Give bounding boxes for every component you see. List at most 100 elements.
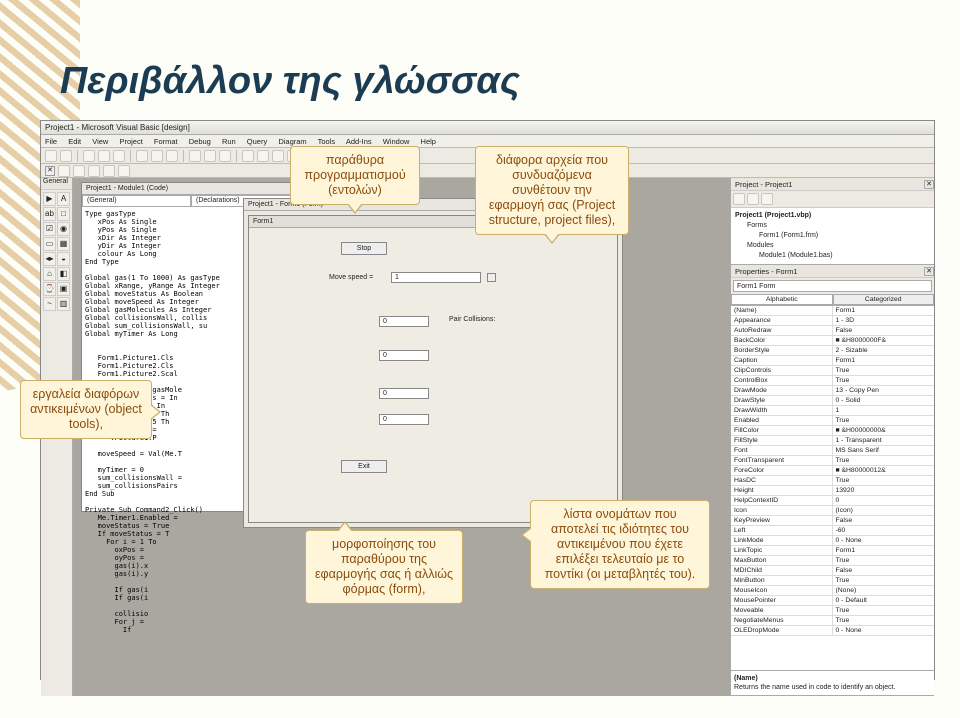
toolbox-dir-icon[interactable]: ◧ bbox=[57, 267, 70, 281]
toolbar-button[interactable] bbox=[88, 165, 100, 177]
property-value[interactable]: ■ &H00000000& bbox=[833, 426, 935, 435]
toolbar-button[interactable] bbox=[103, 165, 115, 177]
toolbar-button[interactable] bbox=[60, 150, 72, 162]
property-row[interactable]: LinkMode0 - None bbox=[731, 536, 934, 546]
property-row[interactable]: FontTransparentTrue bbox=[731, 456, 934, 466]
toolbar-button[interactable] bbox=[166, 150, 178, 162]
view-code-icon[interactable] bbox=[733, 193, 745, 205]
property-row[interactable]: MaxButtonTrue bbox=[731, 556, 934, 566]
property-value[interactable]: (Icon) bbox=[833, 506, 935, 515]
property-value[interactable]: False bbox=[833, 516, 935, 525]
toolbox-combo-icon[interactable]: ▭ bbox=[43, 237, 56, 251]
property-row[interactable]: ControlBoxTrue bbox=[731, 376, 934, 386]
toolbar-button[interactable] bbox=[73, 165, 85, 177]
forms-folder[interactable]: Forms bbox=[735, 221, 930, 231]
property-value[interactable]: Form1 bbox=[833, 546, 935, 555]
property-row[interactable]: EnabledTrue bbox=[731, 416, 934, 426]
toolbar-run-icon[interactable] bbox=[189, 150, 201, 162]
toolbox-timer-icon[interactable]: ⌚ bbox=[43, 282, 56, 296]
toolbox-option-icon[interactable]: ◉ bbox=[57, 222, 70, 236]
toolbar-button[interactable] bbox=[272, 150, 284, 162]
spinner-icon[interactable] bbox=[487, 273, 496, 282]
property-value[interactable]: ■ &H80000012& bbox=[833, 466, 935, 475]
menu-diagram[interactable]: Diagram bbox=[278, 137, 306, 146]
property-row[interactable]: ClipControlsTrue bbox=[731, 366, 934, 376]
property-row[interactable]: LinkTopicForm1 bbox=[731, 546, 934, 556]
close-icon[interactable]: ✕ bbox=[924, 267, 934, 276]
toolbox-image-icon[interactable]: ▣ bbox=[57, 282, 70, 296]
property-row[interactable]: FontMS Sans Serif bbox=[731, 446, 934, 456]
property-value[interactable]: 1 - 3D bbox=[833, 316, 935, 325]
property-row[interactable]: HasDCTrue bbox=[731, 476, 934, 486]
property-row[interactable]: MousePointer0 - Default bbox=[731, 596, 934, 606]
menu-file[interactable]: File bbox=[45, 137, 57, 146]
property-value[interactable]: True bbox=[833, 456, 935, 465]
toolbar-button[interactable] bbox=[58, 165, 70, 177]
toolbox-pointer-icon[interactable]: ▶ bbox=[43, 192, 56, 206]
menu-run[interactable]: Run bbox=[222, 137, 236, 146]
property-row[interactable]: FillColor■ &H00000000& bbox=[731, 426, 934, 436]
exit-button[interactable]: Exit bbox=[341, 460, 387, 473]
modules-folder[interactable]: Modules bbox=[735, 241, 930, 251]
property-row[interactable]: BorderStyle2 - Sizable bbox=[731, 346, 934, 356]
toolbar-button[interactable] bbox=[257, 150, 269, 162]
menu-edit[interactable]: Edit bbox=[68, 137, 81, 146]
property-row[interactable]: HelpContextID0 bbox=[731, 496, 934, 506]
form-file[interactable]: Form1 (Form1.frm) bbox=[735, 231, 930, 241]
toolbox-checkbox-icon[interactable]: ☑ bbox=[43, 222, 56, 236]
property-row[interactable]: DrawWidth1 bbox=[731, 406, 934, 416]
property-row[interactable]: MoveableTrue bbox=[731, 606, 934, 616]
menu-addins[interactable]: Add-Ins bbox=[346, 137, 372, 146]
categorized-tab[interactable]: Categorized bbox=[833, 294, 935, 305]
toggle-folders-icon[interactable] bbox=[761, 193, 773, 205]
toolbox-hscroll-icon[interactable]: ◂▸ bbox=[43, 252, 56, 266]
property-value[interactable]: 0 bbox=[833, 496, 935, 505]
property-value[interactable]: MS Sans Serif bbox=[833, 446, 935, 455]
toolbar-button[interactable] bbox=[98, 150, 110, 162]
property-value[interactable]: -60 bbox=[833, 526, 935, 535]
property-value[interactable]: True bbox=[833, 416, 935, 425]
property-row[interactable]: MDIChildFalse bbox=[731, 566, 934, 576]
property-value[interactable]: Form1 bbox=[833, 356, 935, 365]
property-row[interactable]: AutoRedrawFalse bbox=[731, 326, 934, 336]
property-row[interactable]: NegotiateMenusTrue bbox=[731, 616, 934, 626]
property-value[interactable]: 2 - Sizable bbox=[833, 346, 935, 355]
property-value[interactable]: True bbox=[833, 476, 935, 485]
property-row[interactable]: Height13920 bbox=[731, 486, 934, 496]
property-value[interactable]: True bbox=[833, 616, 935, 625]
toolbox-label-icon[interactable]: A bbox=[57, 192, 70, 206]
close-icon[interactable]: ✕ bbox=[45, 166, 55, 176]
property-row[interactable]: ForeColor■ &H80000012& bbox=[731, 466, 934, 476]
value-box[interactable]: 0 bbox=[379, 414, 429, 425]
property-value[interactable]: 0 - None bbox=[833, 536, 935, 545]
property-value[interactable]: (None) bbox=[833, 586, 935, 595]
menu-format[interactable]: Format bbox=[154, 137, 178, 146]
property-value[interactable]: True bbox=[833, 576, 935, 585]
property-value[interactable]: False bbox=[833, 326, 935, 335]
value-box[interactable]: 0 bbox=[379, 388, 429, 399]
property-row[interactable]: DrawStyle0 - Solid bbox=[731, 396, 934, 406]
property-value[interactable]: 13920 bbox=[833, 486, 935, 495]
menu-tools[interactable]: Tools bbox=[318, 137, 336, 146]
view-object-icon[interactable] bbox=[747, 193, 759, 205]
form-surface[interactable]: Form1 – □ ✕ Stop Move speed = 1 bbox=[248, 215, 618, 523]
toolbar-button[interactable] bbox=[151, 150, 163, 162]
object-selector[interactable]: Form1 Form bbox=[733, 280, 932, 292]
toolbar-button[interactable] bbox=[113, 150, 125, 162]
form-designer-window[interactable]: Project1 - Form1 (Form) Form1 – □ ✕ Stop… bbox=[243, 198, 623, 528]
property-value[interactable]: 0 - None bbox=[833, 626, 935, 635]
property-value[interactable]: 0 - Default bbox=[833, 596, 935, 605]
toolbar-button[interactable] bbox=[136, 150, 148, 162]
property-value[interactable]: 0 - Solid bbox=[833, 396, 935, 405]
menu-query[interactable]: Query bbox=[247, 137, 267, 146]
property-value[interactable]: True bbox=[833, 606, 935, 615]
toolbox-vscroll-icon[interactable]: ◒ bbox=[57, 252, 70, 266]
property-row[interactable]: OLEDropMode0 - None bbox=[731, 626, 934, 636]
property-row[interactable]: Appearance1 - 3D bbox=[731, 316, 934, 326]
toolbar-button[interactable] bbox=[45, 150, 57, 162]
toolbox-frame-icon[interactable]: □ bbox=[57, 207, 70, 221]
property-row[interactable]: FillStyle1 - Transparent bbox=[731, 436, 934, 446]
property-row[interactable]: CaptionForm1 bbox=[731, 356, 934, 366]
move-speed-value[interactable]: 1 bbox=[391, 272, 481, 283]
toolbar-button[interactable] bbox=[83, 150, 95, 162]
